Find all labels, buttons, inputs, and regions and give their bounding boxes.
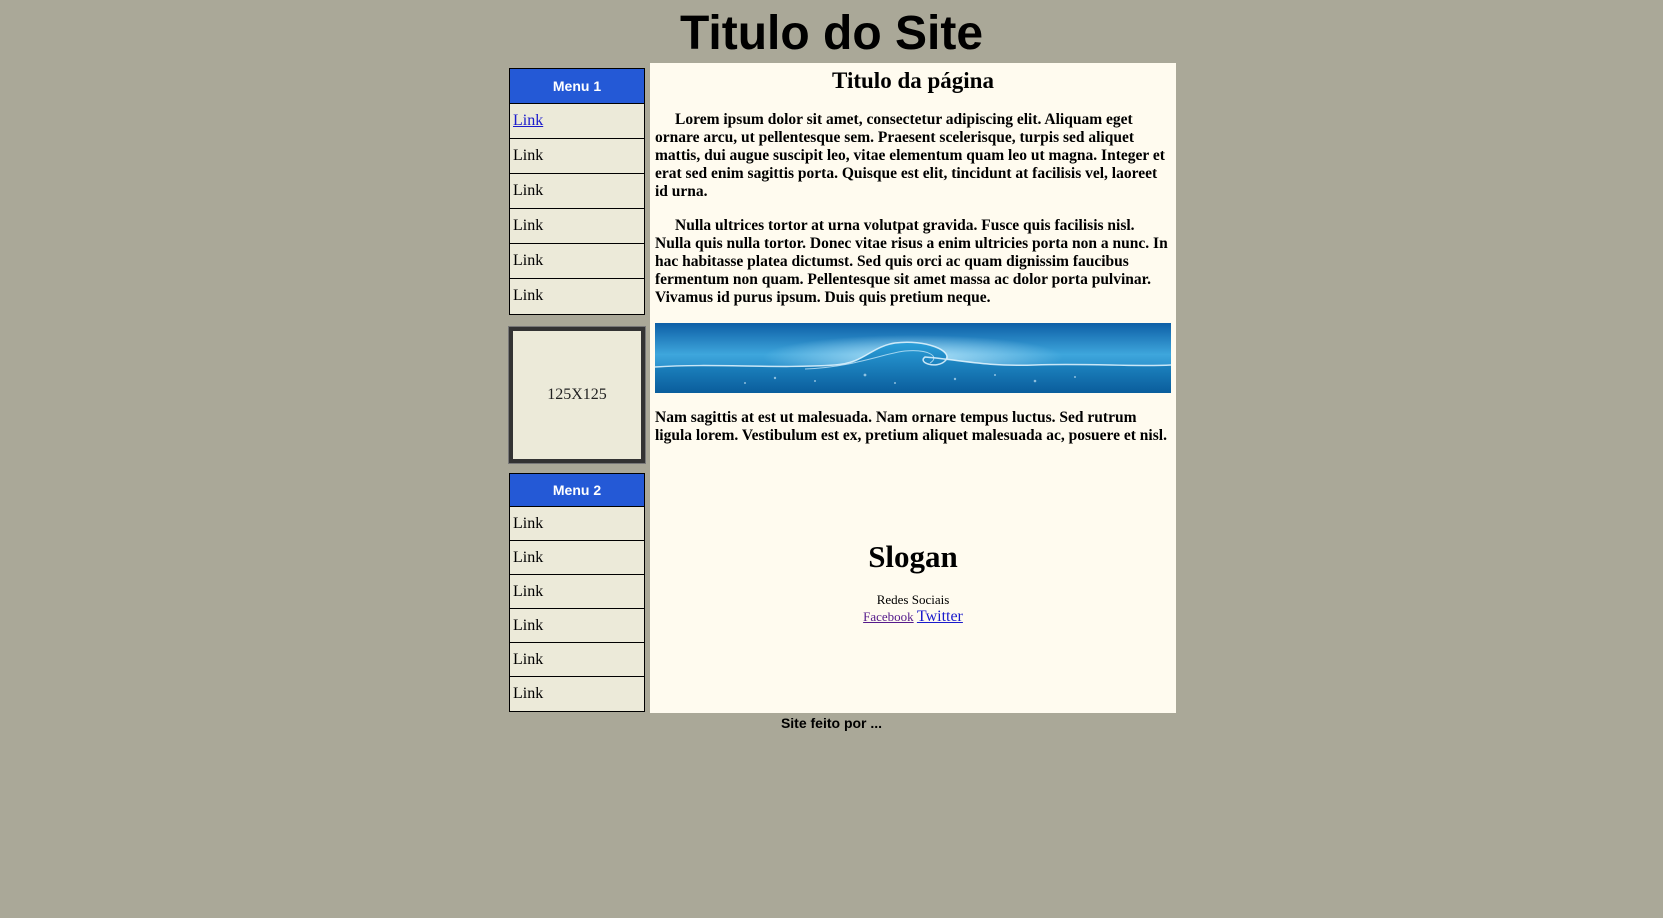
site-title: Titulo do Site bbox=[679, 7, 984, 60]
menu-2-link[interactable]: Link bbox=[513, 515, 543, 532]
menu-1-link[interactable]: Link bbox=[513, 287, 543, 304]
menu-1-link[interactable]: Link bbox=[513, 147, 543, 164]
menu-2: Menu 2 Link Link Link Link Link Link bbox=[509, 473, 645, 712]
menu-2-link[interactable]: Link bbox=[513, 583, 543, 600]
paragraph-1: Lorem ipsum dolor sit amet, consectetur … bbox=[655, 111, 1165, 200]
menu-2-item[interactable]: Link bbox=[510, 609, 644, 643]
footer-credit: Site feito por ... bbox=[780, 715, 883, 731]
menu-2-item[interactable]: Link bbox=[510, 575, 644, 609]
menu-1-item[interactable]: Link bbox=[510, 174, 644, 209]
menu-2-item[interactable]: Link bbox=[510, 507, 644, 541]
menu-2-link[interactable]: Link bbox=[513, 651, 543, 668]
menu-2-link[interactable]: Link bbox=[513, 685, 543, 702]
sidebar: Menu 1 Link Link Link Link Link Link 125… bbox=[508, 68, 646, 712]
facebook-link[interactable]: Facebook bbox=[863, 609, 914, 624]
paragraph-2: Nulla ultrices tortor at urna volutpat g… bbox=[655, 217, 1168, 306]
menu-2-item[interactable]: Link bbox=[510, 643, 644, 677]
menu-1-link[interactable]: Link bbox=[513, 217, 543, 234]
menu-2-link[interactable]: Link bbox=[513, 549, 543, 566]
menu-1-link[interactable]: Link bbox=[513, 252, 543, 269]
page-title: Titulo da página bbox=[832, 68, 994, 93]
paragraph-3: Nam sagittis at est ut malesuada. Nam or… bbox=[655, 409, 1167, 444]
ad-placeholder-125x125: 125X125 bbox=[508, 326, 646, 464]
menu-1-link[interactable]: Link bbox=[513, 182, 543, 199]
menu-1: Menu 1 Link Link Link Link Link Link bbox=[509, 68, 645, 315]
menu-1-header: Menu 1 bbox=[510, 69, 644, 104]
social-networks-heading: Redes Sociais bbox=[876, 592, 950, 607]
slogan: Slogan bbox=[868, 539, 958, 574]
menu-2-item[interactable]: Link bbox=[510, 677, 644, 711]
menu-1-item[interactable]: Link bbox=[510, 139, 644, 174]
menu-1-item[interactable]: Link bbox=[510, 104, 644, 139]
menu-1-item[interactable]: Link bbox=[510, 279, 644, 314]
twitter-link[interactable]: Twitter bbox=[917, 608, 963, 625]
ad-placeholder-label: 125X125 bbox=[547, 386, 607, 403]
menu-2-item[interactable]: Link bbox=[510, 541, 644, 575]
water-wave-banner-image bbox=[655, 323, 1171, 393]
menu-2-header: Menu 2 bbox=[510, 474, 644, 507]
menu-2-link[interactable]: Link bbox=[513, 617, 543, 634]
social-links: Facebook Twitter bbox=[655, 608, 1171, 625]
social-networks: Redes Sociais Facebook Twitter bbox=[655, 591, 1171, 625]
menu-1-link[interactable]: Link bbox=[513, 112, 543, 129]
menu-1-item[interactable]: Link bbox=[510, 209, 644, 244]
menu-1-item[interactable]: Link bbox=[510, 244, 644, 279]
main-content: Titulo da página Lorem ipsum dolor sit a… bbox=[650, 63, 1176, 713]
